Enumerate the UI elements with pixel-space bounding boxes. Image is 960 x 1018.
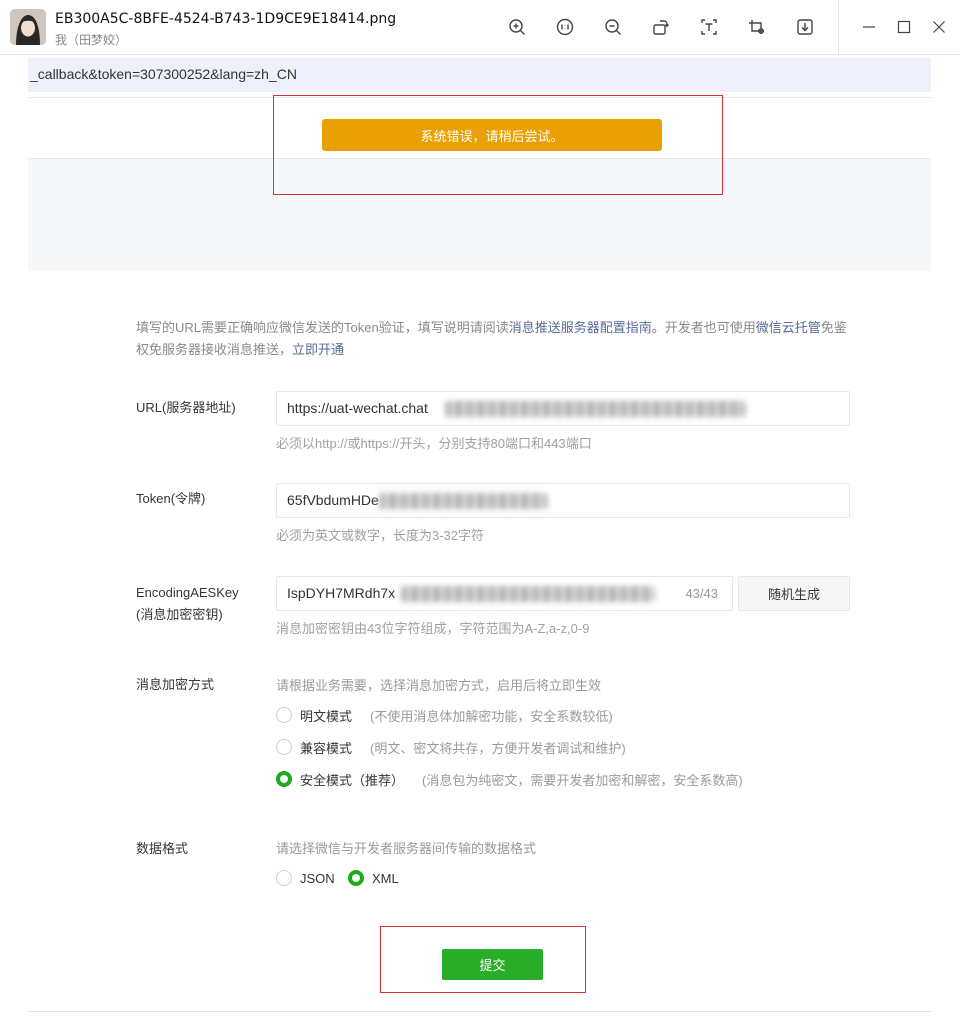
data-format-hint: 请选择微信与开发者服务器间传输的数据格式: [276, 841, 537, 856]
url-input[interactable]: https://uat-wechat.chat: [276, 391, 850, 426]
radio-secure-label: 安全模式（推荐）: [300, 772, 405, 788]
screenshot-icon[interactable]: [746, 16, 768, 38]
text-extract-icon[interactable]: [698, 16, 720, 38]
encryption-mode-label: 消息加密方式: [136, 677, 215, 692]
aes-key-tip: 消息加密密钥由43位字符组成，字符范围为A-Z,a-z,0-9: [276, 621, 590, 636]
radio-json-indicator[interactable]: [276, 870, 292, 886]
viewer-titlebar: EB300A5C-8BFE-4524-B743-1D9CE9E18414.png…: [0, 0, 960, 55]
token-input[interactable]: 65fVbdumHDe: [276, 483, 850, 518]
radio-compatible-desc: (明文、密文将共存，方便开发者调试和维护): [370, 740, 626, 756]
intro-hint: 填写的URL需要正确响应微信发送的Token验证，填写说明请阅读消息推送服务器配…: [136, 317, 848, 361]
server-config-guide-link[interactable]: 消息推送服务器配置指南。: [509, 320, 665, 335]
radio-secure-indicator[interactable]: [276, 771, 292, 787]
random-generate-button[interactable]: 随机生成: [738, 576, 850, 611]
gray-band: [28, 159, 931, 271]
activate-now-link[interactable]: 立即开通: [292, 342, 344, 357]
maximize-icon[interactable]: [893, 16, 915, 38]
token-input-value: 65fVbdumHDe: [287, 492, 379, 508]
radio-plaintext-mode[interactable]: 明文模式 (不使用消息体加解密功能，安全系数较低): [276, 705, 613, 725]
rotate-icon[interactable]: [650, 16, 672, 38]
aes-key-label: EncodingAESKey: [136, 585, 239, 600]
wechat-cloud-hosting-link[interactable]: 微信云托管: [756, 320, 821, 335]
aes-key-input-value: IspDYH7MRdh7x: [287, 585, 396, 601]
divider: [28, 1011, 931, 1012]
radio-compatible-indicator[interactable]: [276, 739, 292, 755]
radio-xml-indicator[interactable]: [348, 870, 364, 886]
minimize-icon[interactable]: [858, 16, 880, 38]
aes-key-sublabel: (消息加密密钥): [136, 607, 223, 622]
zoom-out-icon[interactable]: [602, 16, 624, 38]
radio-plaintext-indicator[interactable]: [276, 707, 292, 723]
url-input-value: https://uat-wechat.chat: [287, 400, 428, 416]
radio-json-label: JSON: [300, 870, 335, 886]
url-field-label: URL(服务器地址): [136, 400, 236, 415]
aes-key-input[interactable]: IspDYH7MRdh7x 43/43: [276, 576, 733, 611]
encryption-mode-hint: 请根据业务需要，选择消息加密方式，启用后将立即生效: [276, 678, 602, 693]
data-format-label: 数据格式: [136, 841, 189, 856]
sender-avatar: [10, 9, 46, 45]
redacted-text: [445, 401, 745, 417]
original-size-icon[interactable]: [554, 16, 576, 38]
token-field-tip: 必须为英文或数字，长度为3-32字符: [276, 528, 485, 543]
url-fragment: _callback&token=307300252&lang=zh_CN: [30, 66, 297, 82]
radio-secure-desc: (消息包为纯密文，需要开发者加密和解密，安全系数高): [422, 772, 743, 788]
divider: [28, 97, 931, 98]
redacted-text: [401, 586, 655, 602]
url-field-tip: 必须以http://或https://开头，分别支持80端口和443端口: [276, 436, 592, 451]
close-icon[interactable]: [928, 16, 950, 38]
radio-secure-mode[interactable]: 安全模式（推荐） (消息包为纯密文，需要开发者加密和解密，安全系数高): [276, 769, 743, 789]
radio-xml-label: XML: [372, 870, 399, 886]
radio-xml-format[interactable]: XML: [348, 868, 399, 888]
token-field-label: Token(令牌): [136, 491, 206, 506]
file-sender: 我（田梦姣）: [55, 33, 128, 47]
file-name: EB300A5C-8BFE-4524-B743-1D9CE9E18414.png: [55, 11, 397, 27]
window-controls-divider: [838, 0, 839, 54]
submit-button[interactable]: 提交: [442, 949, 543, 980]
aes-key-counter: 43/43: [685, 586, 718, 601]
intro-text-2: 开发者也可使用: [664, 320, 756, 335]
intro-text-1: 填写的URL需要正确响应微信发送的Token验证，填写说明请阅读: [136, 320, 509, 335]
radio-compatible-mode[interactable]: 兼容模式 (明文、密文将共存，方便开发者调试和维护): [276, 737, 626, 757]
zoom-in-icon[interactable]: [506, 16, 528, 38]
browser-url-strip: _callback&token=307300252&lang=zh_CN: [28, 58, 931, 92]
error-alert: 系统错误，请稍后尝试。: [322, 119, 662, 151]
radio-compatible-label: 兼容模式: [300, 740, 353, 756]
redacted-text: [379, 493, 547, 509]
radio-plaintext-label: 明文模式: [300, 708, 353, 724]
radio-json-format[interactable]: JSON: [276, 868, 335, 888]
download-icon[interactable]: [794, 16, 816, 38]
radio-plaintext-desc: (不使用消息体加解密功能，安全系数较低): [370, 708, 613, 724]
